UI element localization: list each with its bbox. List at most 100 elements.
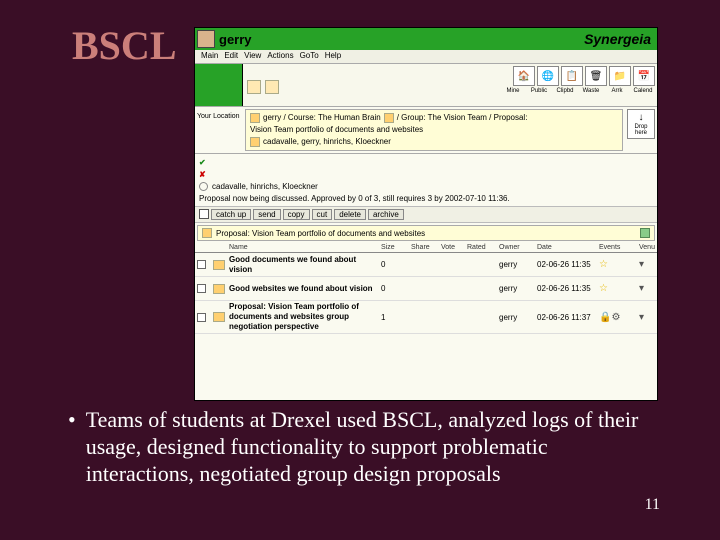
menu-icon[interactable]: ▾	[639, 312, 663, 323]
menubar: Main Edit View Actions GoTo Help	[195, 50, 657, 64]
app-window: gerry Synergeia Main Edit View Actions G…	[194, 27, 658, 401]
bullet-item: • Teams of students at Drexel used BSCL,…	[68, 406, 658, 487]
copy-button[interactable]: copy	[283, 209, 310, 220]
public-icon[interactable]: 🌐	[537, 66, 559, 86]
folder-icon	[213, 284, 225, 294]
drop-here[interactable]: Drop here	[627, 109, 655, 139]
row-date: 02-06-26 11:37	[537, 313, 597, 322]
titlebar: gerry Synergeia	[195, 28, 657, 50]
user-avatar	[197, 30, 215, 48]
arrk-icon[interactable]: 📁	[609, 66, 631, 86]
row-size: 0	[381, 260, 409, 269]
radio-icon[interactable]	[199, 182, 208, 191]
row-name[interactable]: Good websites we found about vision	[229, 284, 379, 294]
breadcrumb: gerry / Course: The Human Brain / Group:…	[245, 109, 623, 151]
panel-title: Proposal: Vision Team portfolio of docum…	[216, 229, 425, 238]
location-row: Your Location gerry / Course: The Human …	[195, 106, 657, 154]
col-owner[interactable]: Owner	[499, 244, 535, 251]
row-checkbox[interactable]	[197, 284, 206, 293]
select-all-checkbox[interactable]	[199, 209, 209, 219]
send-button[interactable]: send	[253, 209, 280, 220]
grid-header: Name Size Share Vote Rated Owner Date Ev…	[195, 243, 657, 253]
row-size: 1	[381, 313, 409, 322]
panel-folder-icon	[202, 228, 212, 238]
row-name[interactable]: Good documents we found about vision	[229, 255, 379, 275]
catch-up-button[interactable]: catch up	[211, 209, 251, 220]
menu-actions[interactable]: Actions	[267, 51, 293, 62]
folder-icon	[213, 312, 225, 322]
menu-goto[interactable]: GoTo	[300, 51, 319, 62]
col-size[interactable]: Size	[381, 244, 409, 251]
delete-button[interactable]: delete	[334, 209, 366, 220]
menu-main[interactable]: Main	[201, 51, 218, 62]
row-date: 02-06-26 11:35	[537, 284, 597, 293]
menu-view[interactable]: View	[244, 51, 261, 62]
username: gerry	[219, 32, 252, 47]
waste-icon[interactable]: 🗑	[585, 66, 607, 86]
row-owner: gerry	[499, 260, 535, 269]
location-label: Your Location	[195, 107, 243, 153]
tool-labels: Mine Public Clipbd Waste Arrk Calend	[501, 88, 655, 94]
clipboard-icon[interactable]: 📋	[561, 66, 583, 86]
row-name[interactable]: Proposal: Vision Team portfolio of docum…	[229, 302, 379, 332]
group-icon	[384, 113, 394, 123]
slide-title: BSCL	[72, 22, 177, 69]
bullet-dot: •	[68, 406, 76, 487]
menu-icon[interactable]: ▾	[639, 259, 663, 270]
star-icon: ☆	[599, 259, 637, 270]
col-events[interactable]: Events	[599, 244, 637, 251]
breadcrumb-line-2[interactable]: Vision Team portfolio of documents and w…	[250, 124, 423, 136]
panel-header: Proposal: Vision Team portfolio of docum…	[197, 225, 655, 241]
label-mine: Mine	[501, 88, 525, 94]
label-public: Public	[527, 88, 551, 94]
toolbar-area: 🏠 🌐 📋 🗑 📁 📅 Mine Public Clipbd Waste Arr…	[243, 64, 657, 106]
mine-icon[interactable]: 🏠	[513, 66, 535, 86]
label-clipbd: Clipbd	[553, 88, 577, 94]
row-date: 02-06-26 11:35	[537, 260, 597, 269]
menu-help[interactable]: Help	[325, 51, 341, 62]
cut-button[interactable]: cut	[312, 209, 333, 220]
col-date[interactable]: Date	[537, 244, 597, 251]
col-venu[interactable]: Venu	[639, 244, 663, 251]
edit-icon[interactable]	[640, 228, 650, 238]
review-status: ✔ ✘ cadavalle, hinrichs, Kloeckner Propo…	[195, 154, 657, 206]
tool-icon-strip: 🏠 🌐 📋 🗑 📁 📅	[513, 66, 655, 86]
star-icon: ☆	[599, 283, 637, 294]
page-icon[interactable]	[247, 80, 261, 94]
folder-icon	[213, 260, 225, 270]
breadcrumb-line-1b[interactable]: / Group: The Vision Team / Proposal:	[397, 112, 528, 124]
voters-text: cadavalle, hinrichs, Kloeckner	[212, 182, 318, 191]
label-calend: Calend	[631, 88, 655, 94]
row-checkbox[interactable]	[197, 260, 206, 269]
col-name[interactable]: Name	[229, 244, 379, 251]
menu-icon[interactable]: ▾	[639, 283, 663, 294]
row-size: 0	[381, 284, 409, 293]
col-vote[interactable]: Vote	[441, 244, 465, 251]
person-icon	[250, 113, 260, 123]
col-rated[interactable]: Rated	[467, 244, 497, 251]
bullet-text-content: Teams of students at Drexel used BSCL, a…	[86, 406, 658, 487]
members-list: cadavalle, gerry, hinrichs, Kloeckner	[263, 136, 391, 148]
x-icon: ✘	[199, 170, 206, 179]
app-brand: Synergeia	[584, 31, 657, 47]
archive-button[interactable]: archive	[368, 209, 404, 220]
menu-edit[interactable]: Edit	[224, 51, 238, 62]
tools-icon[interactable]	[265, 80, 279, 94]
col-share[interactable]: Share	[411, 244, 439, 251]
table-row[interactable]: Proposal: Vision Team portfolio of docum…	[195, 301, 657, 334]
action-row: catch up send copy cut delete archive	[195, 206, 657, 223]
breadcrumb-line-1a[interactable]: gerry / Course: The Human Brain	[263, 112, 381, 124]
top-band: 🏠 🌐 📋 🗑 📁 📅 Mine Public Clipbd Waste Arr…	[195, 64, 657, 106]
page-number: 11	[645, 496, 660, 514]
table-row[interactable]: Good documents we found about vision 0 g…	[195, 253, 657, 277]
label-arrk: Arrk	[605, 88, 629, 94]
row-checkbox[interactable]	[197, 313, 206, 322]
label-waste: Waste	[579, 88, 603, 94]
calendar-icon[interactable]: 📅	[633, 66, 655, 86]
table-row[interactable]: Good websites we found about vision 0 ge…	[195, 277, 657, 301]
people-icon	[250, 137, 260, 147]
row-owner: gerry	[499, 284, 535, 293]
review-status-text: Proposal now being discussed. Approved b…	[199, 194, 510, 203]
gear-icon: ⚙	[611, 312, 620, 323]
row-owner: gerry	[499, 313, 535, 322]
